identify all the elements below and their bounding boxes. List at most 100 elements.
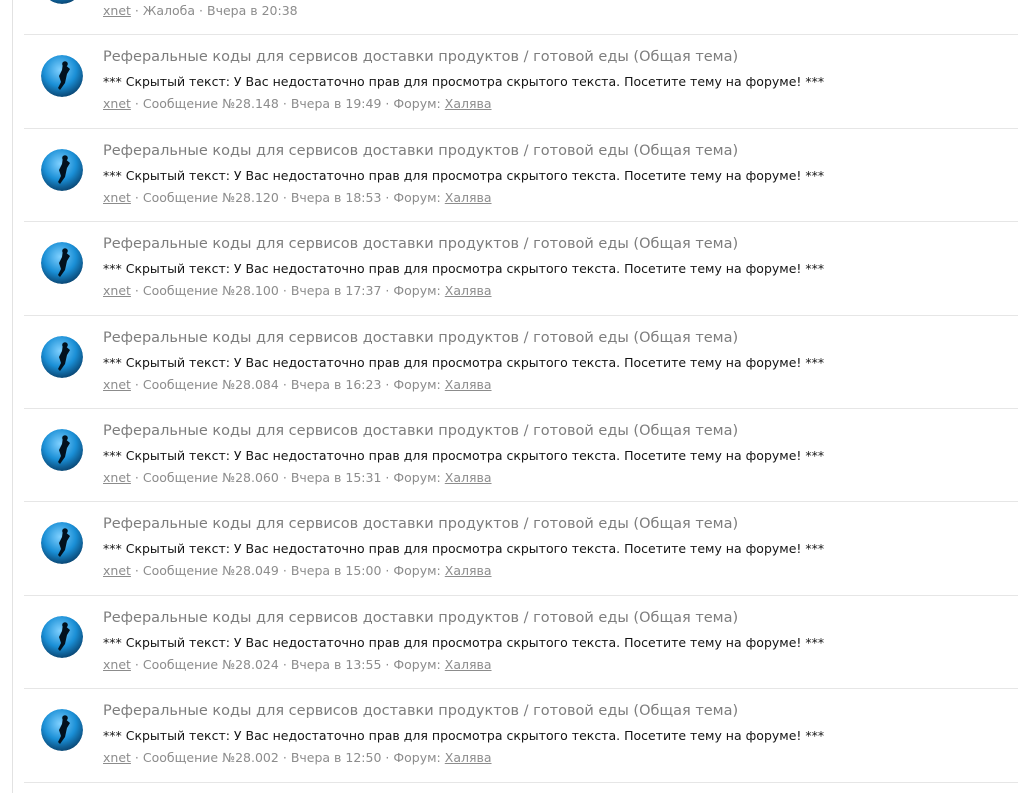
post-meta: xnet · Сообщение №28.100 · Вчера в 17:37 · Фор…	[103, 283, 492, 299]
forum-link[interactable]: Халява	[445, 283, 492, 298]
message-number-label: Сообщение №	[142, 376, 236, 392]
post-snippet: *** Скрытый текст: У Вас недостаточно пр…	[103, 541, 825, 557]
post-time: Вчера в 15:00	[290, 563, 382, 579]
post-meta: xnet · Жалоба · Вчера в 20:38	[103, 3, 298, 18]
diver-icon	[49, 0, 75, 4]
author-link[interactable]: xnet	[103, 190, 131, 205]
forum-link[interactable]: Халява	[445, 377, 492, 392]
author-link[interactable]: xnet	[103, 470, 131, 485]
author-link[interactable]: xnet	[103, 377, 131, 392]
message-number: 28.100	[235, 283, 279, 299]
post-snippet: *** Скрытый текст: У Вас недостаточно пр…	[103, 447, 825, 463]
list-item: Реферальные коды для сервисов доставки п…	[24, 35, 1018, 129]
author-link[interactable]: xnet	[103, 657, 131, 672]
author-link[interactable]: xnet	[103, 750, 131, 765]
author-link[interactable]: xnet	[103, 96, 131, 111]
list-item: Реферальные коды для сервисов доставки п…	[24, 222, 1018, 316]
post-meta: xnet · Сообщение №28.002 · Вчера в 12:50 · Фор…	[103, 750, 492, 766]
forum-label: Форум:	[393, 656, 441, 672]
message-number: 28.002	[235, 750, 279, 766]
message-number-label: Сообщение №	[142, 750, 236, 766]
post-meta: xnet · Сообщение №28.120 · Вчера в 18:53 · Фор…	[103, 189, 492, 205]
diver-icon	[41, 335, 83, 378]
post-time: Вчера в 19:49	[290, 96, 382, 112]
thread-title-link[interactable]: Реферальные коды для сервисов доставки п…	[103, 423, 738, 439]
thread-title-link[interactable]: Реферальные коды для сервисов доставки п…	[103, 143, 738, 159]
forum-link[interactable]: Халява	[445, 96, 492, 111]
avatar[interactable]	[41, 242, 83, 285]
list-item: Реферальные коды для сервисов доставки п…	[24, 502, 1018, 596]
post-time: Вчера в 18:53	[290, 189, 382, 205]
author-link[interactable]: xnet	[103, 283, 131, 298]
author-link[interactable]: xnet	[103, 3, 131, 18]
list-item: Реферальные коды для сервисов доставки п…	[24, 409, 1018, 503]
diver-icon	[41, 148, 83, 191]
message-number-label: Сообщение №	[142, 469, 236, 485]
message-number: 28.024	[235, 656, 279, 672]
avatar[interactable]	[41, 615, 83, 658]
forum-link[interactable]: Халява	[445, 470, 492, 485]
forum-link[interactable]: Халява	[445, 657, 492, 672]
post-snippet: *** Скрытый текст: У Вас недостаточно пр…	[103, 167, 825, 183]
message-number: 28.060	[235, 469, 279, 485]
post-time: Вчера в 12:50	[290, 750, 382, 766]
thread-title-link[interactable]: Реферальные коды для сервисов доставки п…	[103, 516, 738, 532]
diver-icon	[41, 55, 83, 98]
message-number: 28.049	[235, 563, 279, 579]
post-snippet: *** Скрытый текст: У Вас недостаточно пр…	[103, 261, 825, 277]
avatar[interactable]	[41, 709, 83, 752]
forum-label: Форум:	[393, 563, 441, 579]
post-time: Вчера в 16:23	[290, 376, 382, 392]
avatar[interactable]	[41, 522, 83, 565]
avatar[interactable]	[41, 55, 83, 98]
list-item: Реферальные коды для сервисов доставки п…	[24, 129, 1018, 223]
post-meta: xnet · Сообщение №28.084 · Вчера в 16:23 · Фор…	[103, 376, 492, 392]
left-border	[12, 0, 13, 793]
search-results-page: xnet · Жалоба · Вчера в 20:38 Реферальные ко…	[0, 0, 1018, 793]
forum-label: Форум:	[393, 189, 441, 205]
message-number-label: Сообщение №	[142, 563, 236, 579]
forum-label: Форум:	[393, 376, 441, 392]
message-number: 28.084	[235, 376, 279, 392]
list-item: Реферальные коды для сервисов доставки п…	[24, 596, 1018, 690]
results-list: xnet · Жалоба · Вчера в 20:38 Реферальные ко…	[24, 0, 1018, 783]
post-type: Жалоба	[142, 3, 196, 18]
forum-label: Форум:	[393, 469, 441, 485]
forum-link[interactable]: Халява	[445, 563, 492, 578]
thread-title-link[interactable]: Реферальные коды для сервисов доставки п…	[103, 703, 738, 719]
forum-label: Форум:	[393, 283, 441, 299]
post-snippet: *** Скрытый текст: У Вас недостаточно пр…	[103, 634, 825, 650]
post-meta: xnet · Сообщение №28.024 · Вчера в 13:55 · Фор…	[103, 656, 492, 672]
diver-icon	[41, 615, 83, 658]
post-meta: xnet · Сообщение №28.060 · Вчера в 15:31 · Фор…	[103, 469, 492, 485]
message-number-label: Сообщение №	[142, 96, 236, 112]
list-item-top: xnet · Жалоба · Вчера в 20:38	[24, 0, 1018, 36]
author-link[interactable]: xnet	[103, 563, 131, 578]
post-meta: xnet · Сообщение №28.148 · Вчера в 19:49 · Фор…	[103, 96, 492, 112]
thread-title-link[interactable]: Реферальные коды для сервисов доставки п…	[103, 610, 738, 626]
forum-link[interactable]: Халява	[445, 190, 492, 205]
diver-icon	[41, 428, 83, 471]
post-time: Вчера в 13:55	[290, 656, 382, 672]
avatar[interactable]	[41, 428, 83, 471]
post-snippet: *** Скрытый текст: У Вас недостаточно пр…	[103, 74, 825, 90]
avatar[interactable]	[41, 0, 83, 4]
post-time: Вчера в 17:37	[290, 283, 382, 299]
forum-link[interactable]: Халява	[445, 750, 492, 765]
diver-icon	[41, 709, 83, 752]
post-time: Вчера в 20:38	[207, 3, 298, 18]
message-number: 28.120	[235, 189, 279, 205]
forum-label: Форум:	[393, 96, 441, 112]
post-snippet: *** Скрытый текст: У Вас недостаточно пр…	[103, 728, 825, 744]
list-item: Реферальные коды для сервисов доставки п…	[24, 316, 1018, 409]
thread-title-link[interactable]: Реферальные коды для сервисов доставки п…	[103, 330, 738, 346]
avatar[interactable]	[41, 335, 83, 378]
diver-icon	[41, 242, 83, 285]
thread-title-link[interactable]: Реферальные коды для сервисов доставки п…	[103, 49, 738, 65]
post-meta: xnet · Сообщение №28.049 · Вчера в 15:00 · Фор…	[103, 563, 492, 579]
list-item: Реферальные коды для сервисов доставки п…	[24, 689, 1018, 783]
message-number-label: Сообщение №	[142, 189, 236, 205]
thread-title-link[interactable]: Реферальные коды для сервисов доставки п…	[103, 236, 738, 252]
post-snippet: *** Скрытый текст: У Вас недостаточно пр…	[103, 354, 825, 370]
avatar[interactable]	[41, 148, 83, 191]
